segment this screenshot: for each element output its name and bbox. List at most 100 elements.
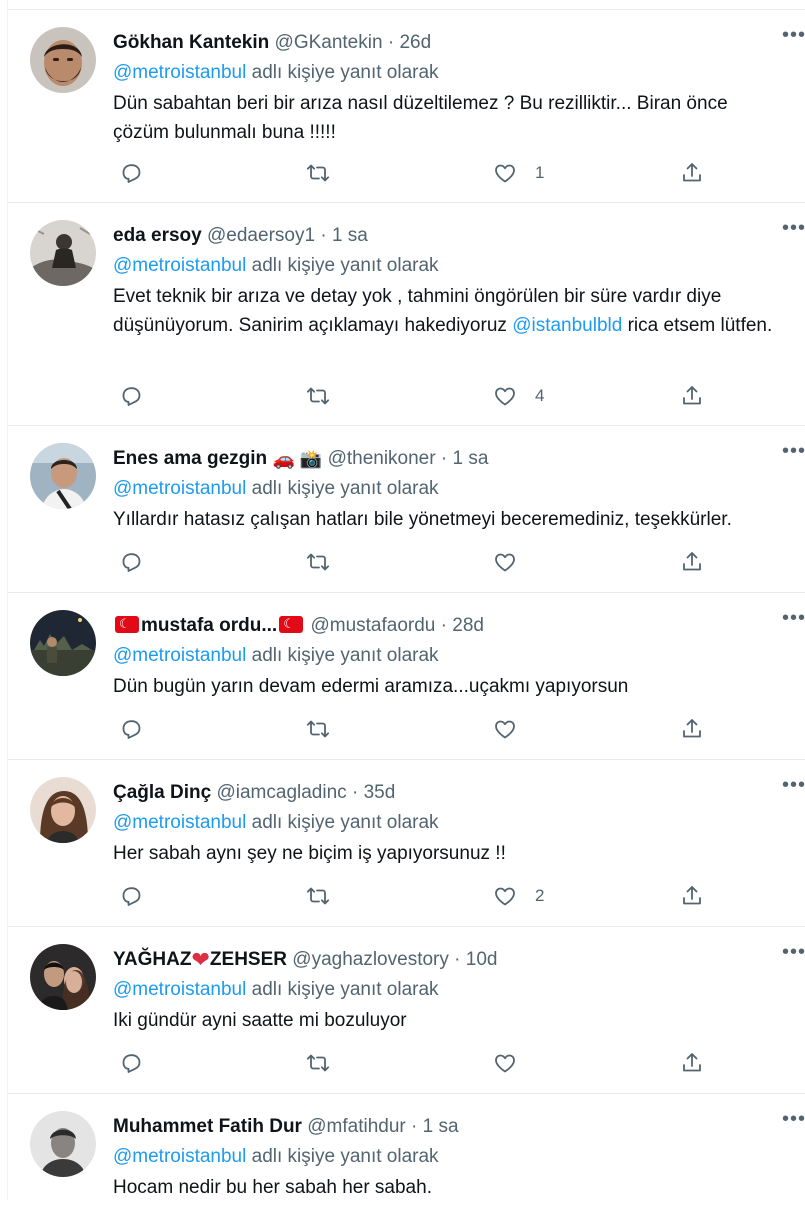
share-button[interactable] <box>680 879 704 913</box>
timestamp[interactable]: 26d <box>399 32 431 53</box>
reply-button[interactable] <box>119 379 143 413</box>
avatar[interactable] <box>30 1111 96 1177</box>
display-name[interactable]: Muhammet Fatih Dur <box>113 1116 302 1137</box>
share-button[interactable] <box>680 545 704 579</box>
timestamp[interactable]: 1 sa <box>423 1116 459 1137</box>
like-button[interactable] <box>493 712 535 746</box>
reply-context: @metroistanbul adlı kişiye yanıt olarak <box>113 1142 786 1172</box>
more-icon[interactable]: ••• <box>782 775 805 795</box>
user-handle[interactable]: @mustafaordu <box>310 615 435 636</box>
display-name-part[interactable]: ZEHSER <box>210 949 287 970</box>
reply-context-label: adlı kişiye yanıt olarak <box>251 645 439 666</box>
avatar[interactable] <box>30 777 96 843</box>
tweet-actions <box>113 712 713 746</box>
reply-to-mention[interactable]: @metroistanbul <box>113 979 246 1000</box>
timestamp[interactable]: 1 sa <box>332 225 368 246</box>
share-icon <box>680 550 704 574</box>
user-handle[interactable]: @thenikoner <box>328 448 436 469</box>
reply-to-mention[interactable]: @metroistanbul <box>113 645 246 666</box>
like-button[interactable]: 2 <box>493 879 544 913</box>
user-handle[interactable]: @yaghazlovestory <box>292 949 449 970</box>
avatar[interactable] <box>30 443 96 509</box>
reply-to-mention[interactable]: @metroistanbul <box>113 812 246 833</box>
avatar[interactable] <box>30 944 96 1010</box>
timestamp[interactable]: 28d <box>452 615 484 636</box>
inline-mention[interactable]: @istanbulbld <box>512 315 622 336</box>
more-icon[interactable]: ••• <box>782 441 805 461</box>
reply-to-mention[interactable]: @metroistanbul <box>113 62 246 83</box>
turkish-flag-icon <box>115 609 139 639</box>
avatar[interactable] <box>30 27 96 93</box>
timestamp[interactable]: 10d <box>466 949 498 970</box>
retweet-button[interactable] <box>306 545 330 579</box>
retweet-button[interactable] <box>306 1046 330 1080</box>
retweet-button[interactable] <box>306 712 330 746</box>
tweet-item[interactable]: eda ersoy @edaersoy1 · 1 sa @metroistanb… <box>8 203 805 426</box>
like-count: 1 <box>535 163 545 182</box>
display-name[interactable]: Çağla Dinç <box>113 782 211 803</box>
reply-context: @metroistanbul adlı kişiye yanıt olarak <box>113 641 786 671</box>
retweet-button[interactable] <box>306 156 330 190</box>
reply-button[interactable] <box>119 1046 143 1080</box>
share-button[interactable] <box>680 1046 704 1080</box>
more-icon[interactable]: ••• <box>782 218 805 238</box>
turkish-flag-icon <box>279 609 304 639</box>
reply-feed: Gökhan Kantekin @GKantekin · 26d @metroi… <box>7 0 805 1200</box>
avatar[interactable] <box>30 220 96 286</box>
tweet-actions <box>113 545 713 579</box>
tweet-header: YAĞHAZ❤ZEHSER @yaghazlovestory · 10d <box>113 945 786 975</box>
tweet-item[interactable]: mustafa ordu... @mustafaordu · 28d @metr… <box>8 593 805 760</box>
tweet-text: Iki gündür ayni saatte mi bozuluyor <box>113 1010 407 1031</box>
reply-button[interactable] <box>119 712 143 746</box>
retweet-button[interactable] <box>306 879 330 913</box>
share-icon <box>680 884 704 908</box>
tweet-body: mustafa ordu... @mustafaordu · 28d @metr… <box>113 609 786 701</box>
share-button[interactable] <box>680 712 704 746</box>
like-button[interactable]: 1 <box>493 156 544 190</box>
user-handle[interactable]: @iamcagladinc <box>216 782 346 803</box>
more-icon[interactable]: ••• <box>782 25 805 45</box>
timestamp[interactable]: 35d <box>364 782 396 803</box>
display-name[interactable]: eda ersoy <box>113 225 202 246</box>
reply-context-label: adlı kişiye yanıt olarak <box>251 478 439 499</box>
like-button[interactable] <box>493 545 535 579</box>
reply-to-mention[interactable]: @metroistanbul <box>113 255 246 276</box>
like-button[interactable]: 4 <box>493 379 544 413</box>
retweet-icon <box>306 1051 330 1075</box>
tweet-item[interactable]: Gökhan Kantekin @GKantekin · 26d @metroi… <box>8 10 805 203</box>
tweet-item[interactable]: Çağla Dinç @iamcagladinc · 35d @metroist… <box>8 760 805 927</box>
display-name[interactable]: Enes ama gezgin <box>113 448 267 469</box>
more-icon[interactable]: ••• <box>782 942 805 962</box>
reply-button[interactable] <box>119 156 143 190</box>
reply-button[interactable] <box>119 545 143 579</box>
timestamp[interactable]: 1 sa <box>452 448 488 469</box>
tweet-actions <box>113 1046 713 1080</box>
tweet-item[interactable]: Enes ama gezgin 🚗 📸 @thenikoner · 1 sa @… <box>8 426 805 593</box>
reply-to-mention[interactable]: @metroistanbul <box>113 1146 246 1167</box>
user-handle[interactable]: @edaersoy1 <box>207 225 315 246</box>
tweet-item[interactable]: YAĞHAZ❤ZEHSER @yaghazlovestory · 10d @me… <box>8 927 805 1094</box>
avatar[interactable] <box>30 610 96 676</box>
tweet-text: Her sabah aynı şey ne biçim iş yapıyorsu… <box>113 843 506 864</box>
retweet-button[interactable] <box>306 379 330 413</box>
more-icon[interactable]: ••• <box>782 608 805 628</box>
display-name[interactable]: mustafa ordu... <box>141 615 277 636</box>
like-button[interactable] <box>493 1046 535 1080</box>
reply-icon <box>119 161 143 185</box>
tweet-text: Evet teknik bir arıza ve detay yok , tah… <box>113 286 773 336</box>
display-name-part[interactable]: YAĞHAZ <box>113 949 191 970</box>
separator-dot: · <box>411 1116 418 1137</box>
reply-button[interactable] <box>119 879 143 913</box>
separator-dot: · <box>440 615 447 636</box>
user-handle[interactable]: @mfatihdur <box>307 1116 406 1137</box>
more-icon[interactable]: ••• <box>782 1109 805 1129</box>
reply-context-label: adlı kişiye yanıt olarak <box>251 812 439 833</box>
display-name[interactable]: Gökhan Kantekin <box>113 32 269 53</box>
share-button[interactable] <box>680 379 704 413</box>
tweet-item[interactable]: Muhammet Fatih Dur @mfatihdur · 1 sa @me… <box>8 1094 805 1224</box>
user-handle[interactable]: @GKantekin <box>275 32 383 53</box>
reply-context-label: adlı kişiye yanıt olarak <box>251 1146 439 1167</box>
reply-icon <box>119 1051 143 1075</box>
reply-to-mention[interactable]: @metroistanbul <box>113 478 246 499</box>
share-button[interactable] <box>680 156 704 190</box>
